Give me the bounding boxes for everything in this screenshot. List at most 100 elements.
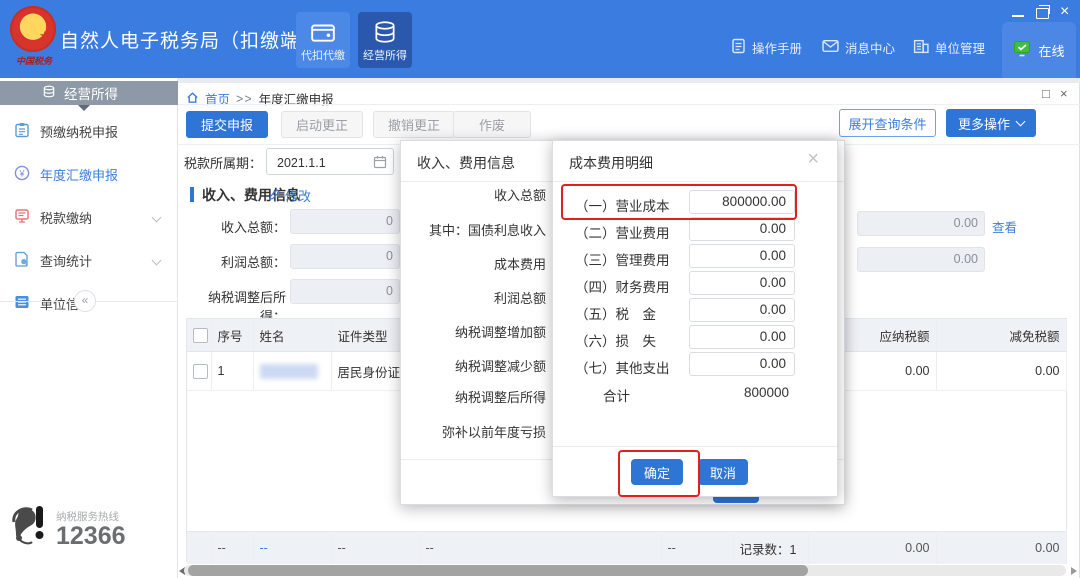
chevron-down-icon	[1016, 117, 1026, 127]
cost-row-label: （一）营业成本	[575, 195, 670, 215]
row-checkbox[interactable]	[193, 364, 208, 379]
scroll-right-arrow[interactable]	[1071, 567, 1077, 575]
breadcrumb-current: 年度汇缴申报	[259, 89, 334, 108]
cost-detail-modal: 成本费用明细 × （一）营业成本 800000.00 （二）营业费用 0.00 …	[552, 140, 838, 497]
breadcrumb-home-link[interactable]: 首页	[205, 89, 230, 108]
window-minimize-button[interactable]	[1012, 15, 1024, 17]
nav-unit-management[interactable]: 单位管理	[913, 38, 985, 57]
nav-message-center-label: 消息中心	[845, 38, 895, 57]
operating-cost-input[interactable]: 800000.00	[689, 190, 795, 214]
chevron-down-icon	[152, 255, 162, 265]
window-restore-button[interactable]	[1036, 8, 1049, 19]
col-seq: 序号	[211, 319, 253, 352]
horizontal-scrollbar-track[interactable]	[184, 565, 1066, 576]
clipboard-icon	[14, 122, 30, 141]
edit-link[interactable]: 修改	[268, 186, 311, 205]
cost-row-other-expense: （七）其他支出 0.00	[553, 352, 837, 379]
other-expense-input[interactable]: 0.00	[689, 352, 795, 376]
tax-period-input[interactable]	[275, 150, 375, 175]
calendar-icon[interactable]	[373, 155, 387, 172]
modal-footer-divider	[553, 446, 837, 447]
summary-c5: --	[661, 532, 733, 565]
close-icon[interactable]: ×	[807, 149, 819, 169]
summary-id-type: --	[331, 532, 419, 565]
income-expense-modal-title: 收入、费用信息	[417, 153, 515, 173]
adjusted-income-value: 0	[290, 279, 400, 304]
revoke-correction-button[interactable]: 撤销更正	[373, 111, 455, 138]
tax-period-field	[266, 148, 394, 175]
sidebar-item-prepay-declare[interactable]: 预缴纳税申报	[0, 118, 178, 144]
summary-seq: --	[211, 532, 253, 565]
more-actions-label: 更多操作	[958, 114, 1010, 133]
submit-declaration-button[interactable]: 提交申报	[186, 111, 268, 138]
sidebar-item-label: 税款缴纳	[40, 208, 92, 227]
operating-expense-input[interactable]: 0.00	[689, 217, 795, 241]
cost-detail-modal-title: 成本费用明细	[569, 153, 653, 173]
query-doc-icon	[14, 251, 30, 270]
blurred-name	[260, 364, 318, 379]
label-adjusted-income: 纳税调整后所得	[401, 387, 546, 406]
sidebar-pointer	[78, 105, 90, 111]
online-status[interactable]: 在线	[1002, 22, 1076, 78]
cost-row-label: （四）财务费用	[575, 276, 670, 296]
wallet-icon	[310, 20, 336, 44]
label-adjust-decrease: 纳税调整减少额	[401, 356, 546, 375]
tab-withholding[interactable]: 代扣代缴	[296, 12, 350, 68]
total-value: 800000	[689, 385, 789, 400]
tab-business-income-label: 经营所得	[363, 47, 407, 63]
total-income-label: 收入总额：	[186, 217, 286, 236]
void-button[interactable]: 作废	[453, 111, 531, 138]
cancel-button[interactable]: 取消	[698, 459, 748, 485]
nav-manual[interactable]: 操作手册	[731, 38, 802, 57]
col-name: 姓名	[253, 319, 331, 352]
app-header: ★ 中国税务 自然人电子税务局（扣缴端） 代扣代缴 经营所得 操作手册	[0, 0, 1080, 78]
coins-icon-small	[42, 85, 56, 101]
tax-input[interactable]: 0.00	[689, 298, 795, 322]
label-adjust-increase: 纳税调整增加额	[401, 322, 546, 341]
cost-row-label: （二）营业费用	[575, 222, 670, 242]
admin-expense-input[interactable]: 0.00	[689, 244, 795, 268]
hotline-number: 12366	[56, 524, 126, 549]
horizontal-scrollbar-thumb[interactable]	[188, 565, 808, 576]
cost-row-label: （三）管理费用	[575, 249, 670, 269]
sidebar-module-title: 经营所得	[64, 83, 118, 103]
sidebar-collapse-button[interactable]: «	[74, 290, 96, 312]
confirm-button[interactable]: 确定	[631, 459, 683, 485]
start-correction-button[interactable]: 启动更正	[281, 111, 363, 138]
nav-message-center[interactable]: 消息中心	[822, 38, 895, 57]
expand-query-button[interactable]: 展开查询条件	[839, 109, 936, 137]
cost-row-operating-cost: （一）营业成本 800000.00	[553, 190, 837, 217]
sidebar-item-query-statistics[interactable]: 查询统计	[0, 247, 178, 273]
panel-close-icon[interactable]: ×	[1060, 86, 1068, 101]
app-title: 自然人电子税务局（扣缴端）	[60, 26, 320, 53]
sidebar-item-tax-payment[interactable]: 税款缴纳	[0, 204, 178, 230]
col-tax-reduction: 减免税额	[936, 319, 1066, 352]
loss-input[interactable]: 0.00	[689, 325, 795, 349]
view-link[interactable]: 查看	[992, 217, 1017, 236]
breadcrumb: 首页 >> 年度汇缴申报	[186, 89, 334, 108]
window-close-button[interactable]: ×	[1060, 3, 1069, 21]
total-profit-label: 利润总额：	[186, 252, 286, 271]
summary-name: --	[253, 532, 331, 565]
cost-row-loss: （六）损 失 0.00	[553, 325, 837, 352]
main-content: 首页 >> 年度汇缴申报 □ × 提交申报 启动更正 撤销更正 作废 展开查询条…	[178, 78, 1080, 578]
list-table-icon	[14, 294, 30, 313]
hotline-block: 纳税服务热线 12366	[8, 502, 126, 555]
svg-text:¥: ¥	[18, 168, 25, 178]
cell-tax-reduction: 0.00	[936, 352, 1066, 391]
sidebar-item-annual-declare[interactable]: ¥ 年度汇缴申报	[0, 161, 178, 187]
more-actions-button[interactable]: 更多操作	[946, 109, 1036, 137]
tab-business-income[interactable]: 经营所得	[358, 12, 412, 68]
panel-restore-icon[interactable]: □	[1042, 86, 1050, 101]
label-total-income: 收入总额	[401, 185, 546, 204]
china-tax-emblem-logo: ★	[10, 6, 56, 52]
cost-row-admin-expense: （三）管理费用 0.00	[553, 244, 837, 271]
select-all-checkbox[interactable]	[193, 328, 208, 343]
sidebar-item-label: 查询统计	[40, 251, 92, 270]
finance-expense-input[interactable]: 0.00	[689, 271, 795, 295]
headset-person-icon	[8, 502, 50, 555]
app-window: ★ 中国税务 自然人电子税务局（扣缴端） 代扣代缴 经营所得 操作手册	[0, 0, 1080, 578]
nav-unit-management-label: 单位管理	[935, 38, 985, 57]
coins-icon	[372, 20, 398, 44]
online-monitor-check-icon	[1013, 40, 1031, 60]
